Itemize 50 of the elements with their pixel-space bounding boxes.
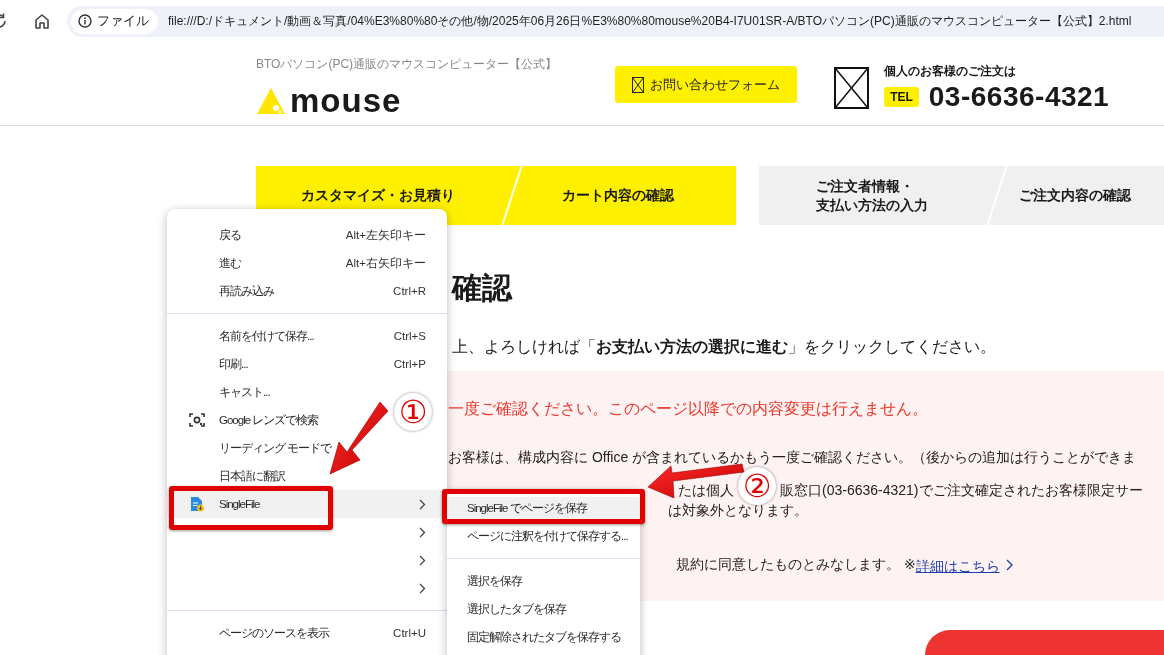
menu-item[interactable]: 選択したタブを保存 <box>447 598 640 620</box>
site-info-chip[interactable]: ファイル <box>71 8 158 34</box>
menu-item[interactable]: ページのソースを表示 Ctrl+U <box>167 619 447 647</box>
phone-number: 03-6636-4321 <box>928 81 1110 113</box>
notice-text: 販窓口(03-6636-4321)でご注文確定されたお客様限定サー <box>780 482 1143 499</box>
document-download-icon <box>189 496 205 512</box>
contact-form-button[interactable]: お問い合わせフォーム <box>615 66 798 103</box>
url-text: file:///D:/ドキュメント/動画＆写真/04%E3%80%80その他/物/2025年06月26日%E3%80%80mouse%20B4-I7U01SR-A/BTOパソコン(PC)通販のマウスコンピューター【公式】2.html <box>168 12 1132 30</box>
warning-text: 一度ご確認ください。このページ以降での内容変更は行えません。 <box>447 399 929 419</box>
chevron-right-icon <box>1005 559 1014 571</box>
order-note: 個人のお客様のご注文は <box>884 63 1018 80</box>
menu-item[interactable]: 印刷... Ctrl+P <box>167 350 447 378</box>
shortcut-text: Ctrl+S <box>393 330 426 342</box>
cta-button[interactable] <box>925 630 1164 655</box>
agreement-text: 規約に同意したものとみなします。 ※ <box>676 556 916 572</box>
tel-badge: TEL <box>884 87 919 107</box>
site-tagline: BTOパソコン(PC)通販のマウスコンピューター【公式】 <box>256 56 558 73</box>
shortcut-text: Alt+左矢印キー <box>345 227 426 243</box>
menu-item[interactable]: 再読み込み Ctrl+R <box>167 277 447 305</box>
info-icon <box>78 14 92 28</box>
menu-item[interactable]: 選択を保存 <box>447 570 640 592</box>
menu-item[interactable]: ページに注釈を付けて保存する... <box>447 525 640 547</box>
notice-text: お客様は、構成内容に Office が含まれているかもう一度ご確認ください。（後からの追加は行うことができま <box>447 448 1138 467</box>
intro-text: 上、よろしければ「お支払い方法の選択に進む」をクリックしてください。 <box>452 337 997 357</box>
menu-item[interactable]: Google レンズで検索 <box>167 406 340 434</box>
menu-item[interactable]: 名前を付けて保存... Ctrl+S <box>167 322 447 350</box>
page-heading: 確認 <box>452 270 514 306</box>
shortcut-text: Ctrl+P <box>393 358 426 370</box>
logo-text[interactable]: mouse <box>290 85 402 117</box>
lens-icon <box>189 412 205 428</box>
address-bar[interactable]: ファイル file:///D:/ドキュメント/動画＆写真/04%E3%80%80その他/物/2025年06月26日%E3%80%80mouse%20B4-I7U01SR-A/BTOパソコン(PC)通販のマウスコンピューター【公式】2.html <box>67 5 1164 37</box>
menu-item[interactable]: リーディング モードで <box>167 434 353 462</box>
details-link[interactable]: 詳細はこちら <box>915 556 1000 576</box>
broken-image-icon <box>834 67 870 109</box>
triangle-logo-icon <box>256 87 286 115</box>
menu-item[interactable]: 日本語に翻訳 <box>167 462 306 490</box>
home-icon[interactable] <box>33 12 51 30</box>
notice-text: たは個人 <box>678 482 734 499</box>
progress-step: ご注文内容の確認 <box>985 166 1164 225</box>
progress-step: カート内容の確認 <box>500 166 736 225</box>
menu-item[interactable]: キャスト... <box>167 378 291 406</box>
notice-text: は対象外となります。 <box>668 502 808 519</box>
menu-item[interactable]: 進む Alt+右矢印キー <box>167 249 447 277</box>
menu-item[interactable]: SingleFile でページを保存 <box>447 497 640 519</box>
progress-step: ご注文者情報・ 支払い方法の入力 <box>759 166 985 225</box>
shortcut-text: Alt+右矢印キー <box>345 255 426 271</box>
menu-item[interactable]: 固定解除されたタブを保存する <box>447 626 640 648</box>
broken-image-icon <box>632 76 645 93</box>
shortcut-text: Ctrl+R <box>393 285 426 297</box>
shortcut-text: Ctrl+U <box>393 627 426 639</box>
